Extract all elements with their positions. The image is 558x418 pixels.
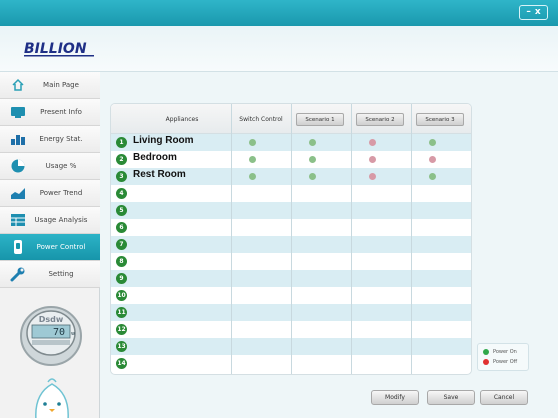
sidebar-item-label: Usage Analysis — [34, 216, 88, 224]
wrench-icon — [6, 261, 30, 288]
row-number-badge: 4 — [116, 188, 127, 199]
scenario-3-status-dot-icon[interactable] — [429, 139, 436, 146]
plug-icon — [6, 234, 30, 261]
sidebar-item-label: Energy Stat. — [39, 135, 83, 143]
cancel-button[interactable]: Cancel — [480, 390, 528, 405]
minimize-button[interactable]: – — [526, 8, 531, 17]
power-control-table: Appliances Switch Control Scenario 1 Sce… — [110, 103, 472, 375]
power-meter-gauge: Dsdw 70 w — [20, 306, 82, 366]
row-number-badge: 9 — [116, 273, 127, 284]
scenario-1-status-dot-icon[interactable] — [309, 156, 316, 163]
power-on-dot-icon — [483, 349, 489, 355]
appliance-name: Rest Room — [133, 169, 186, 180]
row-number-badge: 7 — [116, 239, 127, 250]
scenario-2-status-dot-icon[interactable] — [369, 173, 376, 180]
scenario-1-status-dot-icon[interactable] — [309, 139, 316, 146]
legend-off-label: Power Off — [493, 359, 518, 365]
sidebar-item-label: Present Info — [40, 108, 82, 116]
pie-chart-icon — [6, 153, 30, 180]
scenario-3-button[interactable]: Scenario 3 — [416, 113, 464, 126]
legend-power-off: Power Off — [483, 359, 517, 365]
sidebar-item-label: Power Control — [36, 243, 86, 251]
sidebar-item-label: Power Trend — [39, 189, 83, 197]
trend-icon — [6, 180, 30, 207]
row-number-badge: 14 — [116, 358, 127, 369]
svg-text:Dsdw: Dsdw — [39, 315, 64, 324]
scenario-2-status-dot-icon[interactable] — [369, 139, 376, 146]
sidebar: Main Page Present Info Energy Stat. Usag… — [0, 72, 100, 418]
sidebar-item-label: Setting — [48, 270, 74, 278]
row-number-badge: 2 — [116, 154, 127, 165]
close-button[interactable]: x — [535, 8, 541, 17]
power-off-dot-icon — [483, 359, 489, 365]
mascot-icon — [35, 378, 69, 418]
row-number-badge: 13 — [116, 341, 127, 352]
bar-chart-icon — [6, 126, 30, 153]
switch-status-dot-icon[interactable] — [249, 139, 256, 146]
sidebar-item-label: Usage % — [45, 162, 77, 170]
window-controls: – x — [519, 5, 548, 20]
legend-power-on: Power On — [483, 349, 517, 355]
row-number-badge: 11 — [116, 307, 127, 318]
sidebar-item-setting[interactable]: Setting — [0, 261, 100, 288]
scenario-2-button[interactable]: Scenario 2 — [356, 113, 404, 126]
sidebar-item-energy-stat[interactable]: Energy Stat. — [0, 126, 100, 153]
sidebar-item-present-info[interactable]: Present Info — [0, 99, 100, 126]
sidebar-item-label: Main Page — [43, 81, 79, 89]
column-divider — [411, 104, 412, 374]
sidebar-item-usage-analysis[interactable]: Usage Analysis — [0, 207, 100, 234]
column-divider — [291, 104, 292, 374]
meter-reading: 70 — [53, 327, 65, 338]
scenario-3-status-dot-icon[interactable] — [429, 173, 436, 180]
scenario-3-status-dot-icon[interactable] — [429, 156, 436, 163]
column-divider — [231, 104, 232, 374]
title-bar: – x — [0, 0, 558, 26]
save-button[interactable]: Save — [427, 390, 475, 405]
scenario-1-status-dot-icon[interactable] — [309, 173, 316, 180]
row-number-badge: 3 — [116, 171, 127, 182]
row-number-badge: 10 — [116, 290, 127, 301]
column-header-switch-control: Switch Control — [239, 115, 283, 123]
appliance-name: Living Room — [133, 135, 194, 146]
sidebar-item-power-control[interactable]: Power Control — [0, 234, 100, 261]
meter-unit: w — [71, 331, 75, 337]
column-divider — [351, 104, 352, 374]
table-icon — [6, 207, 30, 234]
monitor-icon — [6, 99, 30, 126]
sidebar-item-power-trend[interactable]: Power Trend — [0, 180, 100, 207]
appliance-name: Bedroom — [133, 152, 177, 163]
row-number-badge: 12 — [116, 324, 127, 335]
row-number-badge: 5 — [116, 205, 127, 216]
switch-status-dot-icon[interactable] — [249, 156, 256, 163]
scenario-1-button[interactable]: Scenario 1 — [296, 113, 344, 126]
app-header: BILLION — [0, 26, 558, 72]
home-icon — [6, 72, 30, 99]
row-number-badge: 6 — [116, 222, 127, 233]
legend-on-label: Power On — [493, 349, 517, 355]
row-number-badge: 1 — [116, 137, 127, 148]
logo-text: BILLION — [24, 41, 87, 57]
sidebar-item-main-page[interactable]: Main Page — [0, 72, 100, 99]
power-legend: Power On Power Off — [477, 343, 529, 371]
switch-status-dot-icon[interactable] — [249, 173, 256, 180]
row-number-badge: 8 — [116, 256, 127, 267]
column-header-appliances: Appliances — [165, 115, 199, 123]
sidebar-item-usage[interactable]: Usage % — [0, 153, 100, 180]
billion-logo: BILLION — [24, 41, 94, 57]
scenario-2-status-dot-icon[interactable] — [369, 156, 376, 163]
modify-button[interactable]: Modify — [371, 390, 419, 405]
